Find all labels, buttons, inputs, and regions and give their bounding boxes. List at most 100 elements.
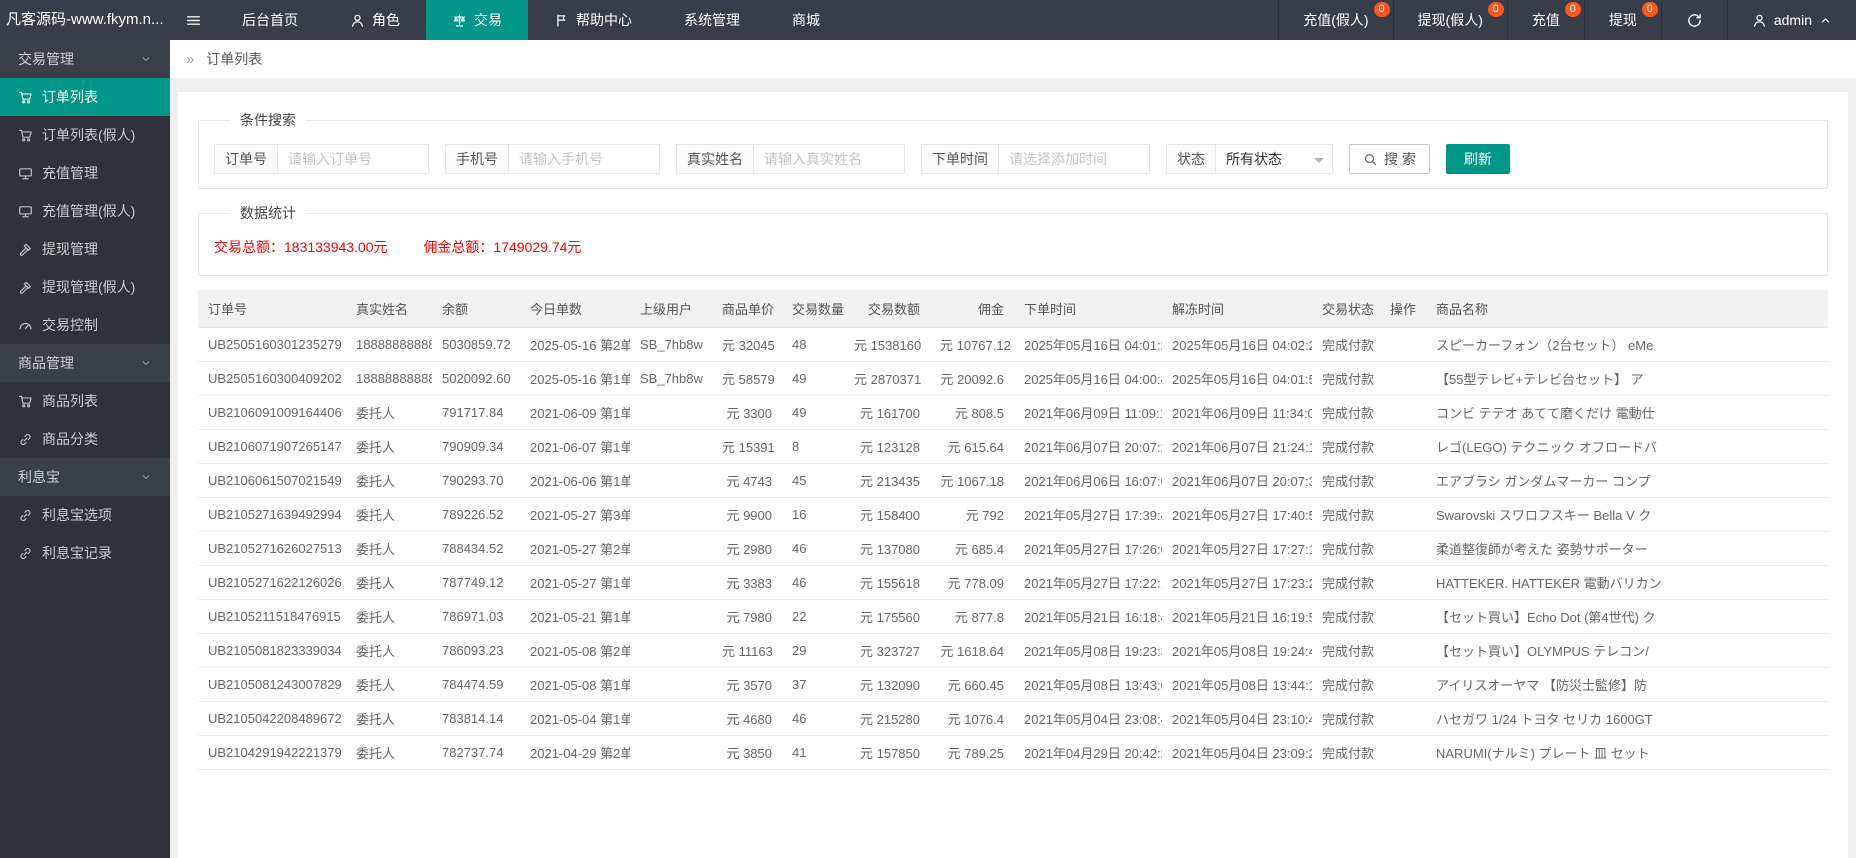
cell-order_time: 2021年06月06日 16:07:02	[1014, 464, 1162, 498]
sidebar-group-title[interactable]: 商品管理	[0, 344, 170, 382]
cell-parent_user	[630, 532, 712, 566]
sidebar-group-title[interactable]: 交易管理	[0, 40, 170, 78]
cell-order_time: 2021年05月08日 19:23:33	[1014, 634, 1162, 668]
sidebar-item-label: 商品列表	[42, 391, 98, 411]
search-field-input[interactable]	[277, 144, 429, 174]
table-row: UB2105211518476915委托人786971.032021-05-21…	[198, 600, 1828, 634]
cell-unfreeze_time: 2021年05月27日 17:40:56	[1162, 498, 1312, 532]
topbar-action[interactable]: 提现(假人)0	[1393, 0, 1507, 40]
cell-order_time: 2025年05月16日 04:00:40	[1014, 362, 1162, 396]
sidebar-item[interactable]: 提现管理(假人)	[0, 268, 170, 306]
search-field-input[interactable]	[508, 144, 660, 174]
cell-today_orders: 2025-05-16 第1单	[520, 362, 630, 396]
cell-actions	[1380, 464, 1426, 498]
cell-unit_price: 元 15391	[712, 430, 782, 464]
column-header-amount: 交易数额	[844, 290, 930, 328]
cell-order_time: 2021年04月29日 20:42:22	[1014, 736, 1162, 770]
nav-item[interactable]: 后台首页	[216, 0, 324, 40]
cell-real_name: 委托人	[346, 464, 432, 498]
column-header-today_orders: 今日单数	[520, 290, 630, 328]
column-header-unfreeze_time: 解冻时间	[1162, 290, 1312, 328]
cell-real_name: 委托人	[346, 532, 432, 566]
cell-qty: 48	[782, 328, 844, 362]
nav-item[interactable]: 帮助中心	[528, 0, 658, 40]
cell-parent_user: SB_7hb8w	[630, 328, 712, 362]
nav-item-label: 帮助中心	[576, 10, 632, 30]
sidebar-toggle-button[interactable]	[170, 0, 216, 40]
sidebar-item[interactable]: 商品分类	[0, 420, 170, 458]
cell-real_name: 委托人	[346, 396, 432, 430]
nav-item[interactable]: 角色	[324, 0, 426, 40]
cell-parent_user	[630, 464, 712, 498]
cell-qty: 8	[782, 430, 844, 464]
cell-status: 完成付款	[1312, 396, 1380, 430]
topbar-action[interactable]: 充值0	[1507, 0, 1584, 40]
sidebar-item[interactable]: 交易控制	[0, 306, 170, 344]
count-badge: 0	[1374, 2, 1390, 17]
sidebar-item[interactable]: 利息宝记录	[0, 534, 170, 572]
column-header-product_name: 商品名称	[1426, 290, 1828, 328]
chevron-down-icon	[140, 357, 152, 369]
cell-order_no: UB2106061507021549	[198, 464, 346, 498]
cell-parent_user	[630, 668, 712, 702]
topbar-action-label: 提现	[1609, 10, 1637, 30]
nav-item[interactable]: 系统管理	[658, 0, 766, 40]
topbar-action[interactable]: 充值(假人) 0	[1278, 0, 1392, 40]
cell-status: 完成付款	[1312, 498, 1380, 532]
cell-balance: 786093.23	[432, 634, 520, 668]
cell-unfreeze_time: 2021年05月04日 23:09:22	[1162, 736, 1312, 770]
cell-status: 完成付款	[1312, 736, 1380, 770]
nav-item[interactable]: 商城	[766, 0, 846, 40]
status-select[interactable]: 所有状态	[1215, 144, 1333, 174]
cell-parent_user	[630, 600, 712, 634]
cell-actions	[1380, 702, 1426, 736]
hamburger-icon	[185, 12, 202, 29]
cell-real_name: 委托人	[346, 498, 432, 532]
count-badge: 0	[1565, 2, 1581, 17]
search-field: 订单号	[214, 144, 429, 174]
cell-unit_price: 元 11163	[712, 634, 782, 668]
cell-status: 完成付款	[1312, 430, 1380, 464]
cell-today_orders: 2021-05-04 第1单	[520, 702, 630, 736]
chevron-down-icon	[140, 53, 152, 65]
cell-commission: 元 1076.4	[930, 702, 1014, 736]
topbar-action[interactable]: 提现0	[1584, 0, 1661, 40]
cell-order_no: UB2105271639492994	[198, 498, 346, 532]
user-menu[interactable]: admin	[1727, 0, 1856, 40]
refresh-list-button[interactable]: 刷新	[1446, 144, 1510, 174]
search-field-input[interactable]	[753, 144, 905, 174]
sidebar-item[interactable]: 提现管理	[0, 230, 170, 268]
cell-unfreeze_time: 2021年05月08日 13:44:11	[1162, 668, 1312, 702]
cell-commission: 元 615.64	[930, 430, 1014, 464]
cell-amount: 元 175560	[844, 600, 930, 634]
cell-parent_user	[630, 566, 712, 600]
topbar-action-label: 充值(假人)	[1303, 10, 1368, 30]
cell-unit_price: 元 3570	[712, 668, 782, 702]
sidebar-item[interactable]: 充值管理	[0, 154, 170, 192]
sidebar-item[interactable]: 充值管理(假人)	[0, 192, 170, 230]
search-field-label: 手机号	[445, 144, 508, 174]
cell-product_name: 【セット買い】Echo Dot (第4世代) ク	[1426, 600, 1828, 634]
cell-order_time: 2021年05月21日 16:18:47	[1014, 600, 1162, 634]
cell-commission: 元 10767.12	[930, 328, 1014, 362]
main-nav: 后台首页角色交易 帮助中心 系统管理商城	[216, 0, 846, 40]
cell-status: 完成付款	[1312, 668, 1380, 702]
sidebar-item[interactable]: 商品列表	[0, 382, 170, 420]
status-label: 状态	[1166, 144, 1215, 174]
column-header-order_time: 下单时间	[1014, 290, 1162, 328]
search-button[interactable]: 搜 索	[1349, 144, 1430, 174]
stats-line: 交易总额：183133943.00元 佣金总额：1749029.74元	[214, 235, 1812, 261]
cell-commission: 元 1618.64	[930, 634, 1014, 668]
cell-amount: 元 158400	[844, 498, 930, 532]
person-icon	[1752, 13, 1767, 28]
content: 条件搜索 订单号手机号真实姓名下单时间 状态 所有状态 搜 索 刷新	[170, 78, 1856, 858]
sidebar-item[interactable]: 利息宝选项	[0, 496, 170, 534]
nav-item[interactable]: 交易	[426, 0, 528, 40]
search-field-input[interactable]	[998, 144, 1150, 174]
refresh-button[interactable]	[1661, 0, 1727, 40]
sidebar: 交易管理订单列表订单列表(假人)充值管理充值管理(假人)提现管理提现管理(假人)…	[0, 40, 170, 858]
sidebar-item[interactable]: 订单列表(假人)	[0, 116, 170, 154]
sidebar-group-title[interactable]: 利息宝	[0, 458, 170, 496]
table-body: UB2505160301235279188888888885030859.722…	[198, 328, 1828, 770]
sidebar-item[interactable]: 订单列表	[0, 78, 170, 116]
